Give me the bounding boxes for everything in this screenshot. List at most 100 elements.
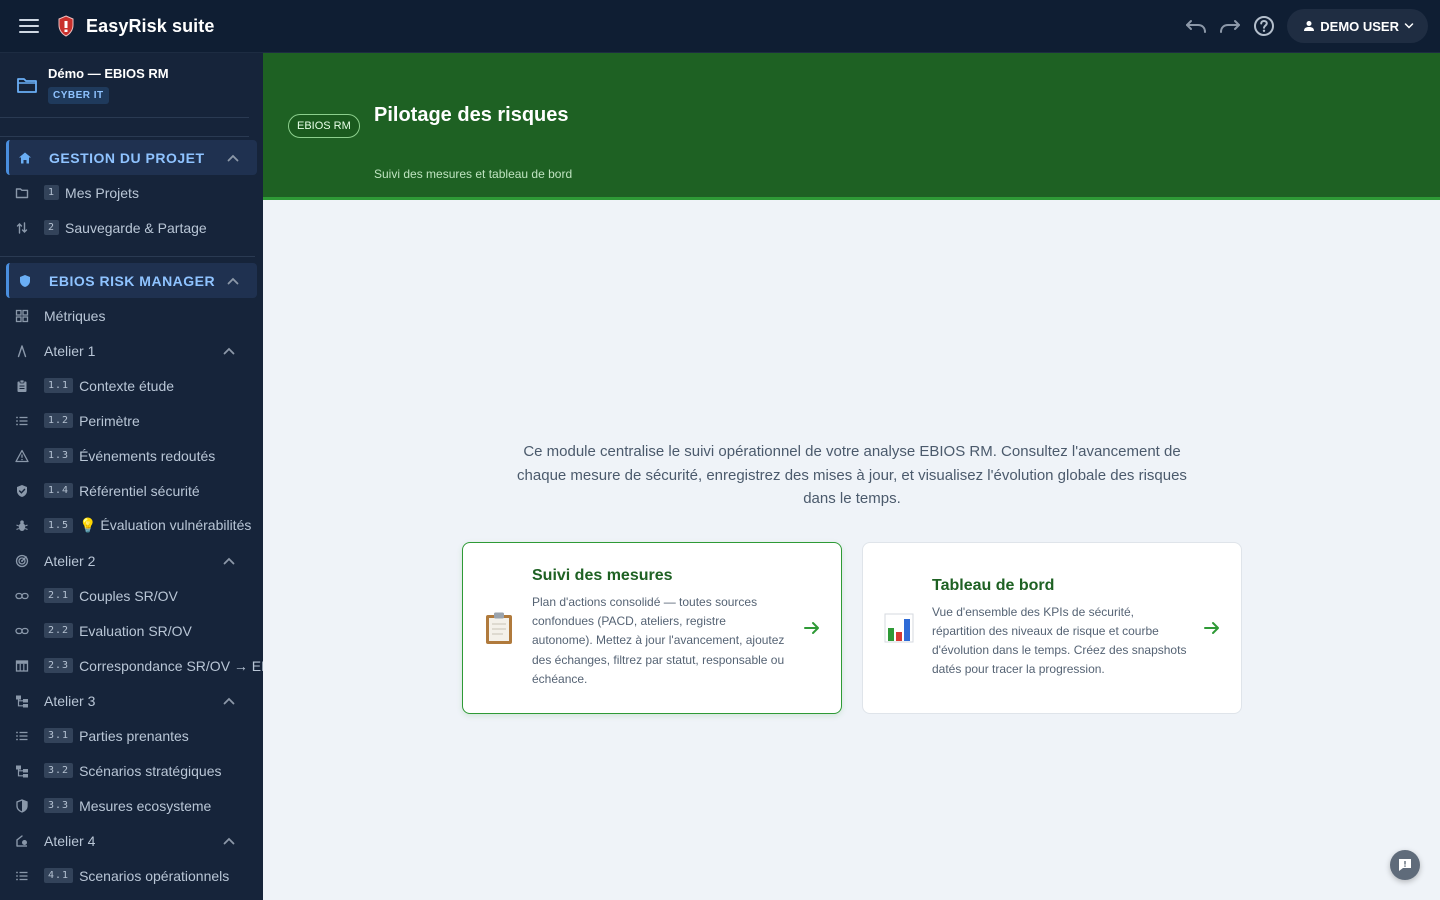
- radar-icon: [15, 554, 29, 567]
- sidebar-item-metriques[interactable]: Métriques: [0, 298, 263, 333]
- sidebar-item-sauvegarde-partage[interactable]: 2 Sauvegarde & Partage: [0, 210, 263, 245]
- sidebar-item-parties-prenantes[interactable]: 3.1 Parties prenantes: [0, 718, 263, 753]
- sidebar-item-correspondance-sr-ov[interactable]: 2.3 Correspondance SR/OV → ER: [0, 648, 263, 683]
- item-label: Mes Projets: [65, 184, 139, 201]
- arrow-right-icon[interactable]: [1203, 619, 1221, 637]
- user-name: DEMO USER: [1320, 18, 1399, 34]
- item-number: 1.1: [44, 378, 74, 393]
- undo-icon[interactable]: [1184, 14, 1208, 38]
- intro-text: Ce module centralise le suivi opérationn…: [517, 443, 1187, 507]
- item-label: Contexte étude: [79, 377, 175, 394]
- shield-logo-icon: [58, 15, 74, 37]
- item-number: 3.3: [44, 798, 74, 813]
- sidebar: Démo — EBIOS RM CYBER IT GESTION DU PROJ…: [0, 53, 263, 900]
- feedback-button[interactable]: [1390, 850, 1420, 880]
- clipboard-icon: [17, 379, 27, 392]
- divider: [0, 136, 249, 137]
- sidebar-item-perimetre[interactable]: 1.2 Perimètre: [0, 403, 263, 438]
- sidebar-item-evenements-redoutes[interactable]: 1.3 Événements redoutés: [0, 438, 263, 473]
- help-icon[interactable]: [1252, 14, 1276, 38]
- settings-arrow-icon: [16, 834, 27, 847]
- item-label: Atelier 4: [44, 832, 96, 849]
- grid-icon: [15, 309, 29, 322]
- top-bar: EasyRisk suite DEMO USER: [0, 0, 1440, 53]
- sidebar-item-evaluation-sr-ov[interactable]: 2.2 Evaluation SR/OV: [0, 613, 263, 648]
- sidebar-item-atelier-3[interactable]: Atelier 3: [0, 683, 263, 718]
- redo-icon[interactable]: [1218, 14, 1242, 38]
- item-label: Couples SR/OV: [79, 587, 178, 604]
- section-label: GESTION DU PROJET: [49, 149, 205, 166]
- chevron-up-icon[interactable]: [223, 837, 235, 845]
- user-menu-button[interactable]: DEMO USER: [1287, 9, 1428, 43]
- shield-icon: [20, 274, 30, 287]
- list-icon: [16, 416, 28, 425]
- item-number: 4.1: [44, 868, 74, 883]
- bug-icon: [16, 519, 28, 531]
- chevron-up-icon[interactable]: [227, 277, 239, 285]
- item-number: 2.1: [44, 588, 74, 603]
- item-label: Scenarios opérationnels: [79, 867, 230, 884]
- item-number: 2.3: [44, 658, 74, 673]
- item-label: Scénarios stratégiques: [79, 762, 222, 779]
- sidebar-item-mes-projets[interactable]: 1 Mes Projets: [0, 175, 263, 210]
- sidebar-item-referentiel-securite[interactable]: 1.4 Référentiel sécurité: [0, 473, 263, 508]
- sidebar-item-atelier-1[interactable]: Atelier 1: [0, 333, 263, 368]
- item-label: Perimètre: [79, 412, 140, 429]
- sidebar-item-mesures-ecosysteme[interactable]: 3.3 Mesures ecosysteme: [0, 788, 263, 823]
- item-number: 1: [44, 185, 60, 200]
- sidebar-item-atelier-4[interactable]: Atelier 4: [0, 823, 263, 858]
- sidebar-item-scenarios-operationnels[interactable]: 4.1 Scenarios opérationnels: [0, 858, 263, 893]
- item-number: 1.5: [44, 518, 74, 533]
- current-project[interactable]: Démo — EBIOS RM CYBER IT: [0, 53, 249, 118]
- item-number: 2.2: [44, 623, 74, 638]
- module-badge: EBIOS RM: [288, 114, 360, 138]
- item-label: Métriques: [44, 307, 106, 324]
- sidebar-item-contexte-etude[interactable]: 1.1 Contexte étude: [0, 368, 263, 403]
- sidebar-item-couples-sr-ov[interactable]: 2.1 Couples SR/OV: [0, 578, 263, 613]
- hierarchy-icon: [16, 765, 28, 777]
- home-icon: [19, 152, 31, 163]
- sidebar-item-scenarios-strategiques[interactable]: 3.2 Scénarios stratégiques: [0, 753, 263, 788]
- app-title: EasyRisk suite: [86, 15, 215, 36]
- table-icon: [15, 659, 29, 672]
- menu-icon[interactable]: [17, 14, 41, 38]
- sidebar-item-atelier-2[interactable]: Atelier 2: [0, 543, 263, 578]
- project-tag-badge: CYBER IT: [48, 87, 109, 104]
- folder-icon: [17, 78, 37, 93]
- item-number: 3.2: [44, 763, 74, 778]
- item-label: Atelier 3: [44, 692, 96, 709]
- hierarchy-icon: [16, 695, 28, 707]
- warning-icon: [15, 449, 29, 462]
- item-label: 💡 Évaluation vulnérabilités: [79, 517, 252, 533]
- item-label: Evaluation SR/OV: [79, 622, 192, 639]
- card-suivi-des-mesures[interactable]: Suivi des mesures Plan d'actions consoli…: [462, 542, 842, 714]
- chevron-down-icon: [1404, 23, 1414, 29]
- card-title: Suivi des mesures: [532, 566, 673, 584]
- shield-half-icon: [16, 798, 28, 813]
- compass-icon: [17, 344, 27, 357]
- item-label: Référentiel sécurité: [79, 482, 200, 499]
- card-tableau-de-bord[interactable]: Tableau de bord Vue d'ensemble des KPIs …: [862, 542, 1242, 714]
- clipboard-icon: [486, 612, 512, 644]
- chevron-up-icon[interactable]: [223, 697, 235, 705]
- sidebar-item-evaluation-vulnerabilites[interactable]: 1.5 💡 Évaluation vulnérabilités: [0, 508, 263, 543]
- section-label: EBIOS RISK MANAGER: [49, 272, 216, 289]
- item-label: Correspondance SR/OV → ER: [79, 657, 263, 674]
- page-title: Pilotage des risques: [374, 104, 569, 126]
- chevron-up-icon[interactable]: [223, 347, 235, 355]
- chat-icon: [1399, 859, 1411, 871]
- section-gestion-projet[interactable]: GESTION DU PROJET: [6, 140, 257, 175]
- list-icon: [16, 871, 28, 880]
- item-label: Événements redoutés: [79, 447, 216, 464]
- swap-vertical-icon: [16, 221, 28, 234]
- arrow-right-icon[interactable]: [803, 619, 821, 637]
- item-number: 2: [44, 220, 60, 235]
- item-label: Atelier 1: [44, 342, 96, 359]
- bar-chart-icon: [884, 613, 914, 643]
- chevron-up-icon[interactable]: [223, 557, 235, 565]
- divider: [0, 245, 255, 257]
- section-ebios-risk-manager[interactable]: EBIOS RISK MANAGER: [6, 263, 257, 298]
- link-icon: [15, 592, 29, 599]
- chevron-up-icon[interactable]: [227, 154, 239, 162]
- project-name: Démo — EBIOS RM: [48, 66, 169, 81]
